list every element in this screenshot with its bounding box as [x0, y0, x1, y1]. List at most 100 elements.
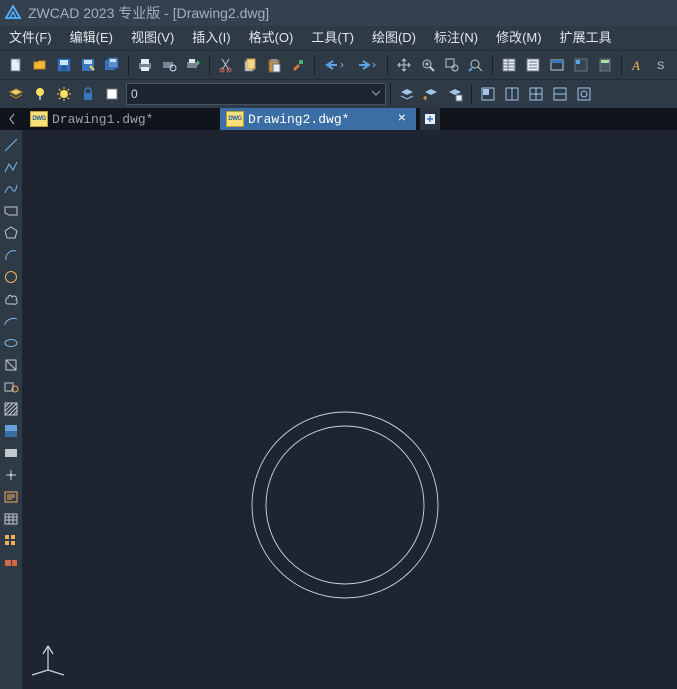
- print-preview-icon[interactable]: [158, 54, 180, 76]
- menu-file[interactable]: 文件(F): [0, 26, 61, 50]
- end-tools-icon[interactable]: [2, 554, 20, 572]
- zoom-realtime-icon[interactable]: [417, 54, 439, 76]
- text-style-icon[interactable]: A: [627, 54, 649, 76]
- polygon-icon[interactable]: [2, 224, 20, 242]
- more-tools-icon[interactable]: [2, 532, 20, 550]
- separator: [471, 84, 472, 104]
- menu-edit[interactable]: 编辑(E): [61, 26, 122, 50]
- calc-icon[interactable]: [594, 54, 616, 76]
- tab-drawing2[interactable]: Drawing2.dwg* ×: [220, 108, 416, 130]
- menu-ext[interactable]: 扩展工具: [551, 26, 621, 50]
- saveall-icon[interactable]: [101, 54, 123, 76]
- spline-icon[interactable]: [2, 180, 20, 198]
- svg-text:A: A: [631, 58, 640, 73]
- layer-state-icon[interactable]: [444, 83, 466, 105]
- layer-combo[interactable]: 0: [126, 83, 386, 105]
- cut-icon[interactable]: [215, 54, 237, 76]
- menu-modify[interactable]: 修改(M): [487, 26, 551, 50]
- saveas-icon[interactable]: [77, 54, 99, 76]
- circle-icon[interactable]: [2, 268, 20, 286]
- document-tabs: Drawing1.dwg* Drawing2.dwg* ×: [0, 108, 677, 130]
- revcloud-icon[interactable]: [2, 290, 20, 308]
- gradient-icon[interactable]: [2, 422, 20, 440]
- toolbar-standard: A S: [0, 50, 677, 79]
- menubar: 文件(F) 编辑(E) 视图(V) 插入(I) 格式(O) 工具(T) 绘图(D…: [0, 26, 677, 50]
- viewport-3-icon[interactable]: [525, 83, 547, 105]
- rectangle-icon[interactable]: [2, 202, 20, 220]
- layer-color-icon[interactable]: [101, 83, 123, 105]
- pan-icon[interactable]: [393, 54, 415, 76]
- ellipse-arc-icon[interactable]: [2, 334, 20, 352]
- open-icon[interactable]: [29, 54, 51, 76]
- menu-format[interactable]: 格式(O): [240, 26, 303, 50]
- arc-icon[interactable]: [2, 246, 20, 264]
- tool-palettes-icon[interactable]: [570, 54, 592, 76]
- point-icon[interactable]: [2, 466, 20, 484]
- titlebar: ZWCAD 2023 专业版 - [Drawing2.dwg]: [0, 0, 677, 26]
- tab-drawing1[interactable]: Drawing1.dwg*: [24, 108, 220, 130]
- region-icon[interactable]: [2, 444, 20, 462]
- drawing-object-donut[interactable]: [252, 412, 438, 598]
- polyline-icon[interactable]: [2, 158, 20, 176]
- paste-icon[interactable]: [263, 54, 285, 76]
- sheet-set-icon[interactable]: [522, 54, 544, 76]
- dwg-file-icon: [226, 111, 244, 127]
- hatch-icon[interactable]: [2, 400, 20, 418]
- table-draw-icon[interactable]: [2, 510, 20, 528]
- new-icon[interactable]: [5, 54, 27, 76]
- layer-lock-icon[interactable]: [77, 83, 99, 105]
- menu-draw[interactable]: 绘图(D): [363, 26, 425, 50]
- properties-icon[interactable]: [498, 54, 520, 76]
- separator: [621, 55, 622, 75]
- separator: [128, 55, 129, 75]
- separator: [390, 84, 391, 104]
- table-icon[interactable]: [546, 54, 568, 76]
- new-tab-button[interactable]: [420, 108, 440, 130]
- save-icon[interactable]: [53, 54, 75, 76]
- layer-prop-icon[interactable]: [5, 83, 27, 105]
- separator: [387, 55, 388, 75]
- layer-combo-value: 0: [131, 87, 138, 101]
- undo-icon[interactable]: [320, 54, 350, 76]
- menu-view[interactable]: 视图(V): [122, 26, 183, 50]
- dwg-file-icon: [30, 111, 48, 127]
- copy-icon[interactable]: [239, 54, 261, 76]
- menu-dim[interactable]: 标注(N): [425, 26, 487, 50]
- line-icon[interactable]: [2, 136, 20, 154]
- match-prop-icon[interactable]: [287, 54, 309, 76]
- more-icon[interactable]: S: [651, 54, 673, 76]
- window-title: ZWCAD 2023 专业版 - [Drawing2.dwg]: [28, 3, 269, 23]
- zoom-window-icon[interactable]: [441, 54, 463, 76]
- close-tab-icon[interactable]: ×: [398, 112, 406, 126]
- app-logo: [4, 4, 22, 22]
- insert-block-icon[interactable]: [2, 356, 20, 374]
- make-block-icon[interactable]: [2, 378, 20, 396]
- workspace: [0, 130, 677, 689]
- draw-toolbar: [0, 130, 22, 689]
- tab-scroll-left-icon[interactable]: [4, 108, 20, 130]
- separator: [314, 55, 315, 75]
- layer-on-icon[interactable]: [29, 83, 51, 105]
- svg-text:S: S: [657, 60, 664, 72]
- zoom-prev-icon[interactable]: [465, 54, 487, 76]
- ellipse-icon[interactable]: [2, 312, 20, 330]
- toolbar-layers: 0: [0, 79, 677, 108]
- layer-freeze-icon[interactable]: [53, 83, 75, 105]
- drawing-canvas[interactable]: [22, 130, 677, 689]
- ucs-icon: [32, 646, 64, 675]
- viewport-1-icon[interactable]: [477, 83, 499, 105]
- viewport-4-icon[interactable]: [549, 83, 571, 105]
- viewport-5-icon[interactable]: [573, 83, 595, 105]
- layer-prev-icon[interactable]: [420, 83, 442, 105]
- separator: [209, 55, 210, 75]
- menu-tools[interactable]: 工具(T): [302, 26, 363, 50]
- publish-icon[interactable]: [182, 54, 204, 76]
- redo-icon[interactable]: [352, 54, 382, 76]
- layer-iso-icon[interactable]: [396, 83, 418, 105]
- mtext-icon[interactable]: [2, 488, 20, 506]
- viewport-2-icon[interactable]: [501, 83, 523, 105]
- tab-label: Drawing2.dwg*: [248, 112, 349, 127]
- menu-insert[interactable]: 插入(I): [183, 26, 239, 50]
- chevron-down-icon: [371, 87, 381, 101]
- print-icon[interactable]: [134, 54, 156, 76]
